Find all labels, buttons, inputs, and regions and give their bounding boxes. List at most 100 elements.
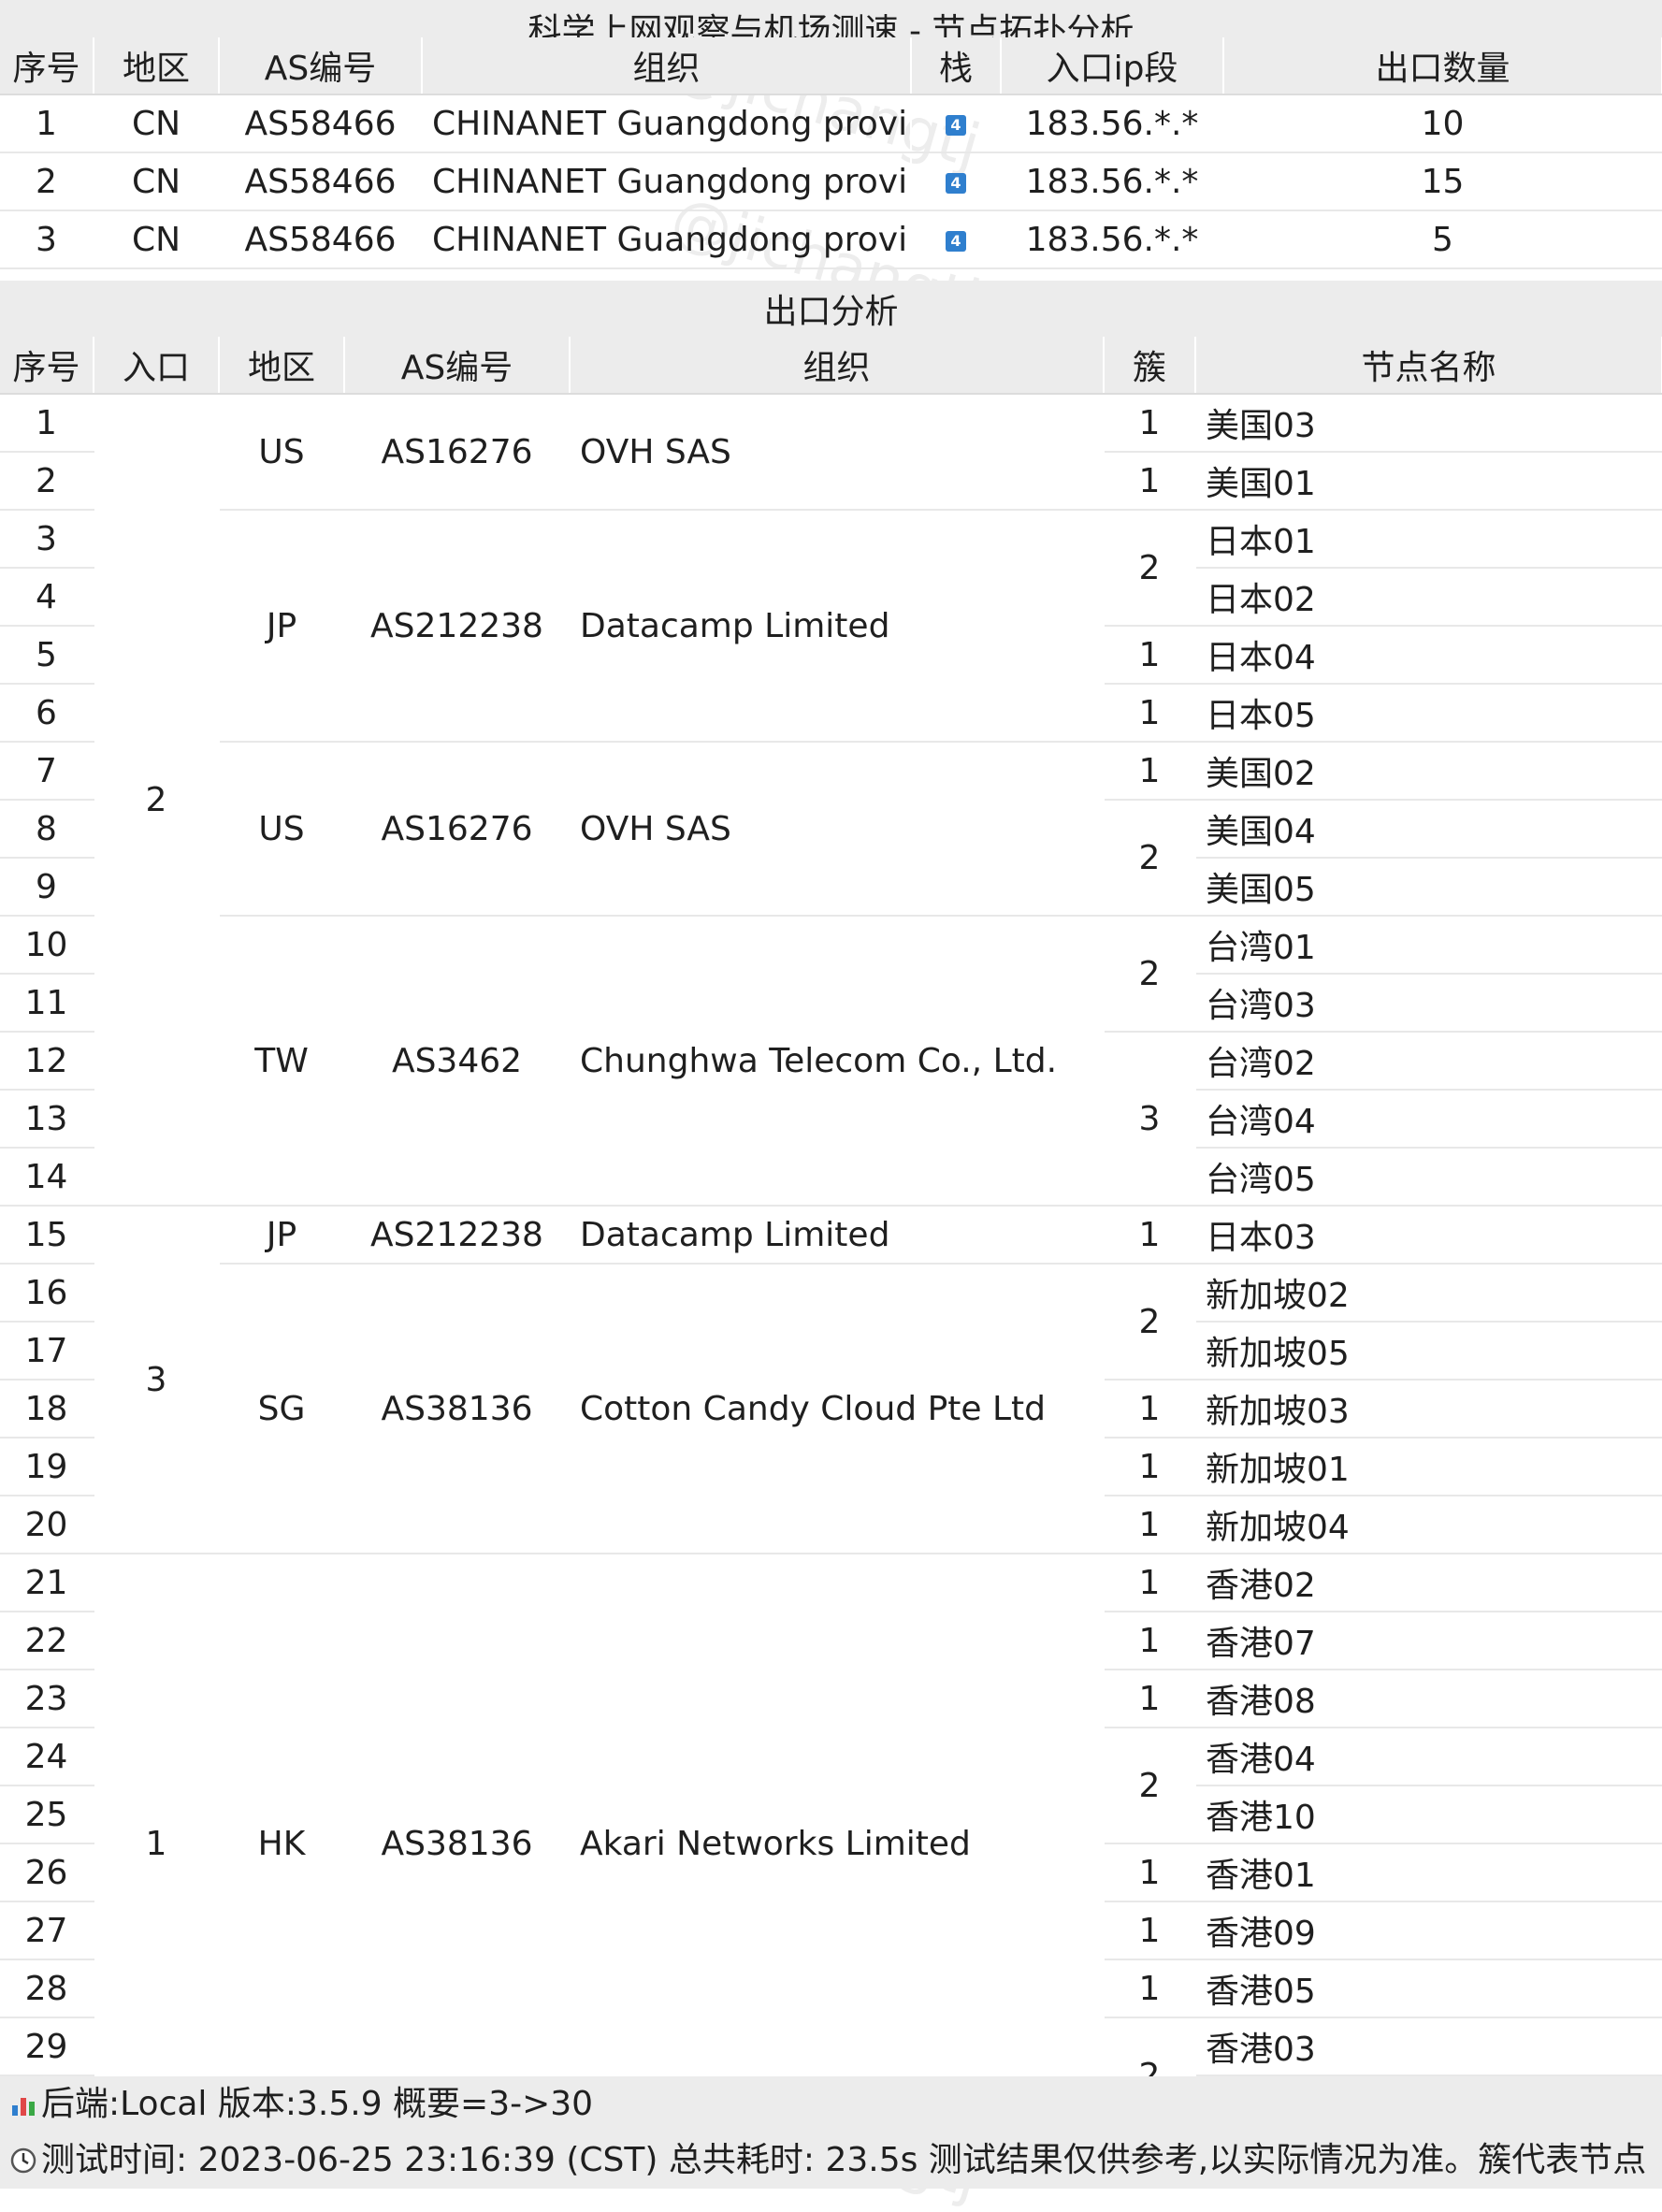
row-number: 14 [0, 1148, 94, 1207]
exit-count: 15 [1223, 152, 1662, 211]
exit-col-header: 组织 [570, 337, 1105, 395]
as-number: AS16276 [344, 742, 571, 917]
topology-col-header: 栈 [911, 37, 1002, 95]
node-name: 新加坡03 [1195, 1380, 1662, 1439]
row-number: 2 [0, 152, 94, 211]
topology-col-header: 组织 [422, 37, 912, 95]
cluster-value: 1 [1104, 1843, 1196, 1902]
cluster-value: 1 [1104, 742, 1196, 801]
cluster-value: 1 [1104, 452, 1196, 511]
cluster-value: 2 [1104, 800, 1196, 917]
as-number: AS212238 [344, 510, 571, 743]
row-number: 8 [0, 800, 94, 859]
node-name: 台湾04 [1195, 1090, 1662, 1149]
table-row: 2CNAS58466CHINANET Guangdong province ne… [0, 152, 1662, 211]
row-number: 4 [0, 568, 94, 627]
row-number: 7 [0, 742, 94, 801]
topology-header-row: 序号 地区 AS编号 组织栈入口ip段 出口数量 [0, 37, 1662, 95]
organization-name: OVH SAS [570, 394, 1105, 511]
node-name: 香港05 [1195, 1959, 1662, 2018]
node-name: 香港08 [1195, 1670, 1662, 1728]
row-number: 29 [0, 2017, 94, 2076]
node-name: 香港04 [1195, 1728, 1662, 1786]
exit-col-header: AS编号 [344, 337, 571, 395]
region-code: CN [94, 152, 220, 211]
cluster-value: 1 [1104, 626, 1196, 685]
table-row: 7 US AS16276 OVH SAS 1 美国02 [0, 742, 1662, 917]
node-name: 美国01 [1195, 452, 1662, 511]
row-number: 13 [0, 1090, 94, 1149]
entry-ip-range: 183.56.*.* [1001, 152, 1224, 211]
row-number: 28 [0, 1959, 94, 2018]
table-row: 3 JP AS212238 Datacamp Limited 2 日本01 [0, 510, 1662, 743]
node-name: 台湾03 [1195, 974, 1662, 1033]
row-number: 3 [0, 210, 94, 269]
organization-name: Datacamp Limited [570, 510, 1105, 743]
cluster-value: 3 [1104, 1032, 1196, 1207]
exit-col-header: 簇 [1104, 337, 1196, 395]
stack-cell: 4 [911, 152, 1002, 211]
row-number: 22 [0, 1612, 94, 1670]
node-name: 日本05 [1195, 684, 1662, 743]
node-name: 新加坡04 [1195, 1496, 1662, 1554]
row-number: 16 [0, 1264, 94, 1323]
node-name: 新加坡01 [1195, 1438, 1662, 1496]
entry-index: 1 [94, 1554, 220, 2134]
region-code: JP [219, 510, 345, 743]
row-number: 21 [0, 1554, 94, 1612]
organization-name: Akari Networks Limited [570, 1554, 1105, 2134]
footer-summary: 后端:Local 版本:3.5.9 概要=3->30 [0, 2076, 1662, 2132]
as-number: AS58466 [219, 94, 423, 153]
organization-name: CHINANET Guangdong province network [422, 94, 912, 153]
row-number: 1 [0, 94, 94, 153]
node-name: 美国02 [1195, 742, 1662, 801]
row-number: 15 [0, 1206, 94, 1265]
cluster-value: 1 [1104, 1959, 1196, 2018]
node-name: 香港10 [1195, 1786, 1662, 1844]
row-number: 17 [0, 1322, 94, 1381]
cluster-value: 1 [1104, 1670, 1196, 1728]
cluster-value: 1 [1104, 394, 1196, 453]
cluster-value: 1 [1104, 1554, 1196, 1612]
row-number: 3 [0, 510, 94, 569]
region-code: TW [219, 916, 345, 1207]
node-name: 台湾02 [1195, 1032, 1662, 1091]
exit-count: 5 [1223, 210, 1662, 269]
node-name: 新加坡02 [1195, 1264, 1662, 1323]
organization-name: Datacamp Limited [570, 1206, 1105, 1265]
cluster-value: 2 [1104, 916, 1196, 1033]
region-code: US [219, 394, 345, 511]
node-name: 香港02 [1195, 1554, 1662, 1612]
stack-cell: 4 [911, 210, 1002, 269]
as-number: AS58466 [219, 210, 423, 269]
exit-col-header: 地区 [219, 337, 345, 395]
ipv4-stack-badge: 4 [946, 114, 966, 136]
row-number: 12 [0, 1032, 94, 1091]
node-name: 香港09 [1195, 1901, 1662, 1960]
table-row: 3CNAS58466CHINANET Guangdong province ne… [0, 210, 1662, 269]
table-row: 10 TW AS3462 Chunghwa Telecom Co., Ltd. 2 台湾0… [0, 916, 1662, 1207]
region-code: CN [94, 210, 220, 269]
exit-section-title: 出口分析 [763, 293, 899, 331]
node-name: 新加坡05 [1195, 1322, 1662, 1381]
exit-header-row: 序号 入口 地区 AS编号 组织簇节点名称 [0, 337, 1662, 395]
table-row: 15 3 JP AS212238 Datacamp Limited 1 日本03 [0, 1206, 1662, 1554]
row-number: 2 [0, 452, 94, 511]
row-number: 10 [0, 916, 94, 975]
cluster-value: 2 [1104, 1264, 1196, 1381]
topology-col-header: 序号 [0, 37, 94, 95]
topology-table: 序号 地区 AS编号 组织栈入口ip段 出口数量 1 CN AS58466 CHINANET … [0, 37, 1662, 269]
clock-icon [10, 2147, 36, 2174]
entry-ip-range: 183.56.*.* [1001, 210, 1224, 269]
table-row: 1CNAS58466CHINANET Guangdong province ne… [0, 94, 1662, 153]
footer-test-info: 测试时间: 2023-06-25 23:16:39 (CST) 总共耗时: 23… [0, 2132, 1662, 2189]
organization-name: Chunghwa Telecom Co., Ltd. [570, 916, 1105, 1207]
topology-col-header: 地区 [94, 37, 220, 95]
node-name: 美国05 [1195, 858, 1662, 917]
exit-col-header: 节点名称 [1195, 337, 1662, 395]
row-number: 19 [0, 1438, 94, 1496]
as-number: AS212238 [344, 1206, 571, 1265]
node-name: 日本03 [1195, 1206, 1662, 1265]
node-name: 香港01 [1195, 1843, 1662, 1902]
region-code: SG [219, 1264, 345, 1554]
